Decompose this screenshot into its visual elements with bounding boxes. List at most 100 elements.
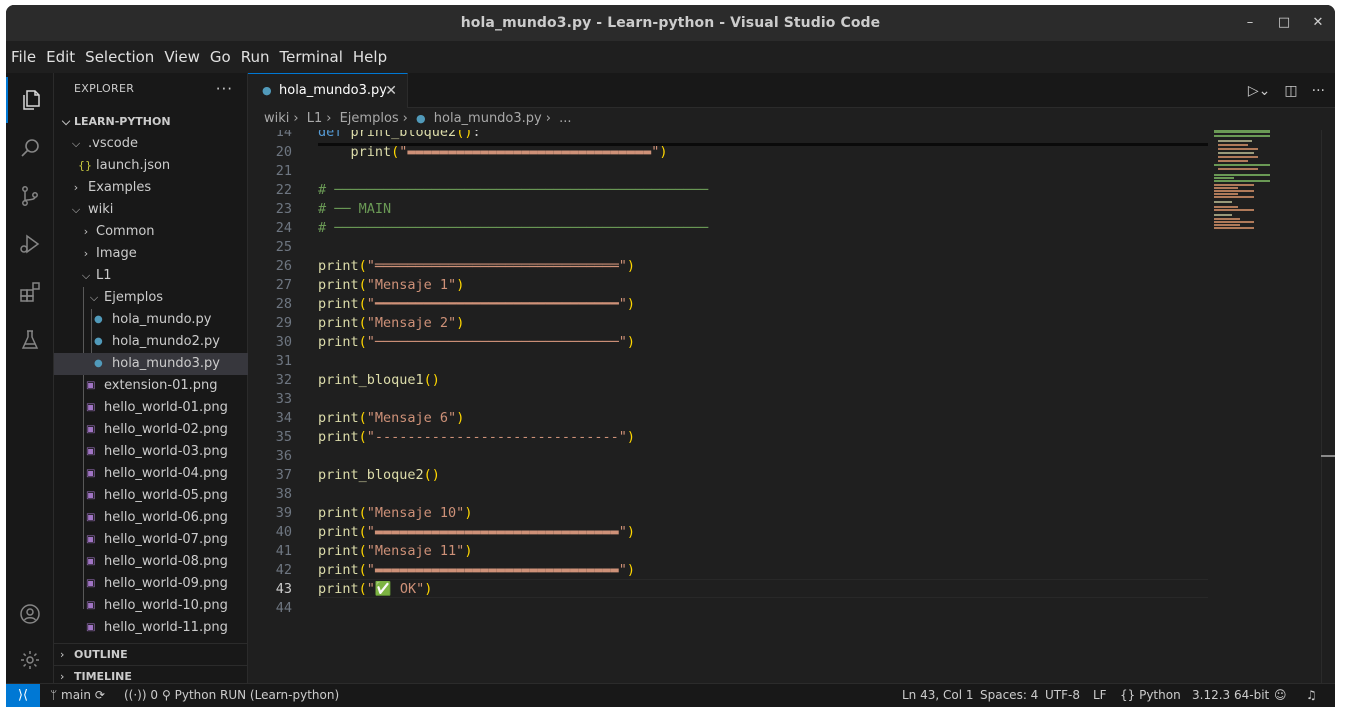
line-number: 29 bbox=[275, 315, 292, 331]
code-line[interactable]: 36 bbox=[248, 447, 1208, 466]
code-line[interactable]: 21 bbox=[248, 162, 1208, 181]
code-editor[interactable]: 44 43 print("✅ OK") 42 print("▬▬▬▬▬▬▬▬▬▬▬▬▬▬… bbox=[248, 130, 1335, 683]
breadcrumb-item[interactable]: hola_mundo3.py bbox=[434, 111, 542, 126]
tree-item-examples[interactable]: › Examples bbox=[54, 177, 248, 199]
indentation-indicator[interactable]: Spaces: 4 bbox=[980, 684, 1038, 707]
cursor-position[interactable]: Ln 43, Col 1 bbox=[902, 684, 974, 707]
tree-item-image-file[interactable]: ▣ hello_world-04.png bbox=[54, 463, 248, 485]
outline-section[interactable]: › OUTLINE bbox=[54, 643, 248, 665]
tree-item-image-file[interactable]: ▣ hello_world-03.png bbox=[54, 441, 248, 463]
explorer-icon[interactable] bbox=[6, 77, 54, 123]
tree-item-image-file[interactable]: ▣ hello_world-06.png bbox=[54, 507, 248, 529]
code-line[interactable]: 38 bbox=[248, 485, 1208, 504]
tree-item-image-file[interactable]: ▣ hello_world-02.png bbox=[54, 419, 248, 441]
search-icon[interactable] bbox=[6, 125, 54, 171]
language-indicator[interactable]: {} Python bbox=[1120, 684, 1181, 707]
tree-item-wiki[interactable]: ⌵ wiki bbox=[54, 199, 248, 221]
tree-item-image-file[interactable]: ▣ hello_world-01.png bbox=[54, 397, 248, 419]
tree-item-launch-json[interactable]: {} launch.json bbox=[54, 155, 248, 177]
tree-item-ejemplos[interactable]: ⌵ Ejemplos bbox=[54, 287, 248, 309]
tree-item-l1[interactable]: ⌵ L1 bbox=[54, 265, 248, 287]
close-tab-icon[interactable]: ✕ bbox=[385, 74, 397, 108]
copilot-icon[interactable]: ☺ bbox=[1274, 684, 1287, 707]
code-line[interactable]: 44 bbox=[248, 599, 1208, 618]
eol-indicator[interactable]: LF bbox=[1093, 684, 1107, 707]
minimap[interactable] bbox=[1214, 130, 1322, 230]
code-line[interactable]: 32 print_bloque1() bbox=[248, 371, 1208, 390]
tree-item-common[interactable]: › Common bbox=[54, 221, 248, 243]
breadcrumb-item[interactable]: Ejemplos bbox=[340, 111, 399, 126]
tree-item-image-file[interactable]: ▣ hello_world-09.png bbox=[54, 573, 248, 595]
manage-gear-icon[interactable] bbox=[6, 637, 54, 683]
code-line[interactable]: 33 bbox=[248, 390, 1208, 409]
tab-hola-mundo3[interactable]: ● hola_mundo3.py ✕ bbox=[248, 73, 408, 108]
menu-edit[interactable]: Edit bbox=[41, 41, 80, 73]
menu-go[interactable]: Go bbox=[205, 41, 236, 73]
code-line[interactable]: 34 print("Mensaje 6") bbox=[248, 409, 1208, 428]
code-line[interactable]: 35 print("------------------------------"… bbox=[248, 428, 1208, 447]
maximize-button[interactable]: □ bbox=[1267, 5, 1301, 41]
more-actions-icon[interactable]: ··· bbox=[216, 73, 233, 105]
breadcrumb-item[interactable]: ... bbox=[559, 111, 571, 126]
code-line[interactable]: 42 print("▬▬▬▬▬▬▬▬▬▬▬▬▬▬▬▬▬▬▬▬▬▬▬▬▬▬▬▬▬▬"… bbox=[248, 561, 1208, 580]
code-line[interactable]: 31 bbox=[248, 352, 1208, 371]
tree-item-hola-mundo[interactable]: ● hola_mundo.py bbox=[54, 309, 248, 331]
tree-item-hola-mundo3[interactable]: ● hola_mundo3.py bbox=[54, 353, 248, 375]
code-line[interactable]: 29 print("Mensaje 2") bbox=[248, 314, 1208, 333]
breadcrumb-separator-icon: › bbox=[545, 111, 551, 126]
accounts-icon[interactable] bbox=[6, 591, 54, 637]
menu-terminal[interactable]: Terminal bbox=[275, 41, 348, 73]
tree-item-vscode[interactable]: ⌵ .vscode bbox=[54, 133, 248, 155]
tree-item-image-file[interactable]: ▣ hello_world-05.png bbox=[54, 485, 248, 507]
tree-item-image-file[interactable]: ▣ hello_world-11.png bbox=[54, 617, 248, 639]
tree-item-hola-mundo2[interactable]: ● hola_mundo2.py bbox=[54, 331, 248, 353]
run-python-file-icon[interactable]: ▷⌄ bbox=[1248, 83, 1271, 99]
code-line[interactable]: 22 # ────────────────────────────────────… bbox=[248, 181, 1208, 200]
remote-indicator-icon[interactable]: ⟩⟨ bbox=[6, 684, 40, 707]
code-line[interactable]: 23 # ── MAIN bbox=[248, 200, 1208, 219]
testing-icon[interactable] bbox=[6, 317, 54, 363]
code-line[interactable]: 27 print("Mensaje 1") bbox=[248, 276, 1208, 295]
menu-help[interactable]: Help bbox=[348, 41, 392, 73]
menu-view[interactable]: View bbox=[159, 41, 205, 73]
workspace-root[interactable]: ⌵ LEARN-PYTHON bbox=[54, 111, 248, 133]
menu-run[interactable]: Run bbox=[236, 41, 275, 73]
tree-item-image-file[interactable]: ▣ extension-01.png bbox=[54, 375, 248, 397]
more-actions-icon[interactable]: ··· bbox=[1312, 83, 1325, 99]
code-line[interactable]: 28 print("━━━━━━━━━━━━━━━━━━━━━━━━━━━━━━"… bbox=[248, 295, 1208, 314]
tree-item-image-file[interactable]: ▣ hello_world-08.png bbox=[54, 551, 248, 573]
code-line[interactable]: 41 print("Mensaje 11") bbox=[248, 542, 1208, 561]
sync-icon[interactable]: ⟳ bbox=[95, 688, 105, 702]
scrollbar-thumb[interactable] bbox=[1321, 455, 1335, 457]
notifications-bell-icon[interactable]: ♫ bbox=[1306, 684, 1317, 707]
code-line[interactable]: 40 print("▬▬▬▬▬▬▬▬▬▬▬▬▬▬▬▬▬▬▬▬▬▬▬▬▬▬▬▬▬▬"… bbox=[248, 523, 1208, 542]
tree-item-image-file[interactable]: ▣ hello_world-10.png bbox=[54, 595, 248, 617]
minimize-button[interactable]: – bbox=[1233, 5, 1267, 41]
encoding-indicator[interactable]: UTF-8 bbox=[1045, 684, 1080, 707]
code-line[interactable]: 39 print("Mensaje 10") bbox=[248, 504, 1208, 523]
menu-file[interactable]: File bbox=[6, 41, 41, 73]
vertical-scrollbar[interactable] bbox=[1321, 130, 1335, 683]
extensions-icon[interactable] bbox=[6, 269, 54, 315]
breadcrumb-item[interactable]: wiki bbox=[264, 111, 289, 126]
ports-indicator[interactable]: ((·)) 0 bbox=[124, 684, 158, 707]
close-window-button[interactable]: ✕ bbox=[1301, 5, 1335, 41]
split-editor-icon[interactable]: ◫ bbox=[1284, 83, 1297, 99]
branch-indicator[interactable]: ᛘ main ⟳ bbox=[50, 684, 105, 707]
code-line[interactable]: 37 print_bloque2() bbox=[248, 466, 1208, 485]
code-line[interactable]: 24 # ────────────────────────────────────… bbox=[248, 219, 1208, 238]
tree-item-label: hello_world-02.png bbox=[104, 422, 228, 437]
code-line[interactable]: 14 def print_bloque2(): bbox=[248, 130, 1208, 142]
run-config-indicator[interactable]: ⚲ Python RUN (Learn-python) bbox=[162, 684, 339, 707]
code-line[interactable]: 25 bbox=[248, 238, 1208, 257]
tree-item-image-file[interactable]: ▣ hello_world-07.png bbox=[54, 529, 248, 551]
source-control-icon[interactable] bbox=[6, 173, 54, 219]
code-line[interactable]: 30 print("──────────────────────────────"… bbox=[248, 333, 1208, 352]
menu-selection[interactable]: Selection bbox=[80, 41, 159, 73]
line-number: 35 bbox=[275, 429, 292, 445]
interpreter-indicator[interactable]: 3.12.3 64-bit bbox=[1192, 684, 1269, 707]
tree-item-image[interactable]: › Image bbox=[54, 243, 248, 265]
run-debug-icon[interactable] bbox=[6, 221, 54, 267]
code-line[interactable]: 26 print("══════════════════════════════"… bbox=[248, 257, 1208, 276]
breadcrumb-item[interactable]: L1 bbox=[307, 111, 323, 126]
